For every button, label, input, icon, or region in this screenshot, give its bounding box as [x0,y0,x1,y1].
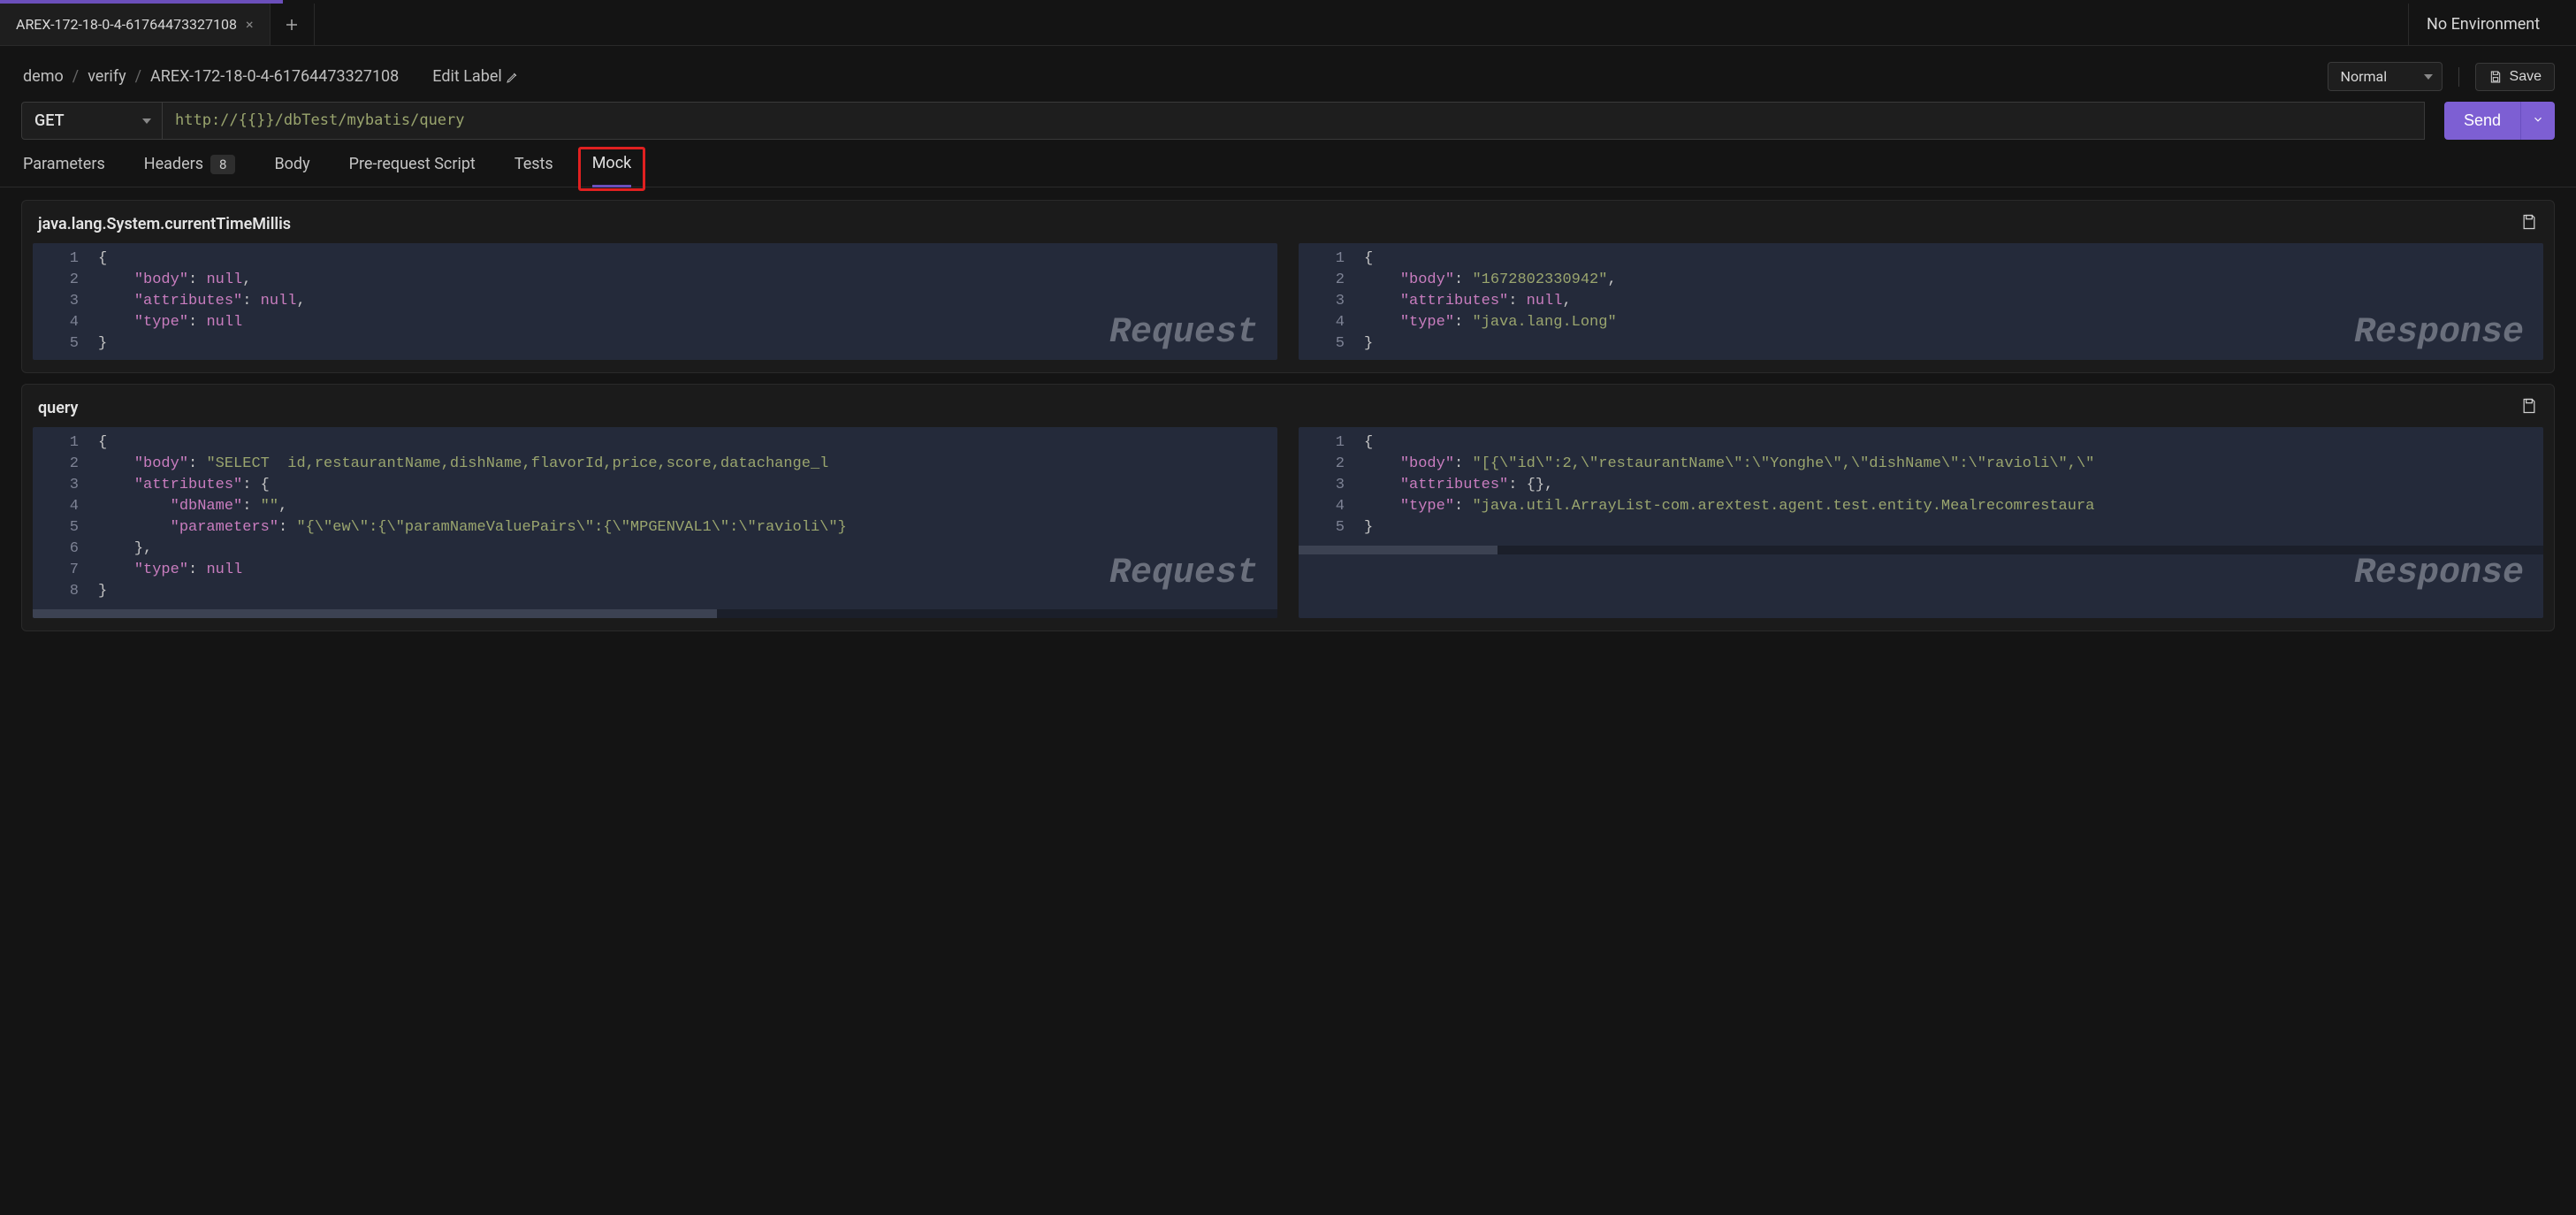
h-scrollbar[interactable] [33,609,1277,618]
url-value: http://{{}}/dbTest/mybatis/query [175,111,465,129]
add-tab-button[interactable] [271,4,315,45]
mock-content: java.lang.System.currentTimeMillis 12345… [0,187,2576,644]
tab-parameters[interactable]: Parameters [23,155,105,186]
breadcrumb-item[interactable]: AREX-172-18-0-4-61764473327108 [150,67,399,86]
tab-mock[interactable]: Mock [592,154,632,187]
mode-select[interactable]: Normal [2328,62,2443,91]
plus-icon [284,17,300,33]
url-row: GET http://{{}}/dbTest/mybatis/query Sen… [0,102,2576,140]
line-gutter: 12345 [33,243,95,360]
request-editor[interactable]: 12345 { "body": null, "attributes": null… [33,243,1277,360]
h-scrollbar[interactable] [1299,546,2543,554]
tab-label: Tests [514,155,553,173]
mock-card: query 12345678 { "body": "SELECT id,rest… [21,384,2555,631]
mock-card-title: java.lang.System.currentTimeMillis [38,215,291,233]
toolbar-right: Normal Save [2328,62,2555,91]
send-options-button[interactable] [2520,102,2555,140]
toolbar: demo / verify / AREX-172-18-0-4-61764473… [0,46,2576,102]
tab-body[interactable]: Body [274,155,309,186]
send-button-label: Send [2464,111,2501,129]
tab-label: Parameters [23,155,105,173]
code-area[interactable]: { "body": null, "attributes": null, "typ… [95,243,1277,360]
url-input[interactable]: http://{{}}/dbTest/mybatis/query [163,102,2425,140]
file-tab-title: AREX-172-18-0-4-61764473327108 [16,16,237,33]
edit-label-text: Edit Label [432,67,501,86]
tab-tests[interactable]: Tests [514,155,553,186]
environment-label: No Environment [2427,15,2540,34]
code-area[interactable]: { "body": "[{\"id\":2,\"restaurantName\"… [1360,427,2543,544]
line-gutter: 12345 [1299,243,1360,360]
divider [2458,67,2459,87]
mock-card-title: query [38,399,78,417]
save-button-label: Save [2510,69,2542,85]
pencil-icon [506,70,520,84]
edit-label-button[interactable]: Edit Label [432,67,519,86]
floppy-icon [2488,70,2503,84]
method-select[interactable]: GET [21,102,163,140]
environment-select[interactable]: No Environment [2408,4,2576,45]
mock-card-header: java.lang.System.currentTimeMillis [33,210,2543,243]
close-icon[interactable]: × [246,16,254,33]
card-save-button[interactable] [2520,213,2538,234]
line-gutter: 12345678 [33,427,95,608]
chevron-down-icon [2532,113,2544,126]
breadcrumb-item[interactable]: demo [23,67,64,86]
tab-label: Body [274,155,309,173]
editor-row: 12345 { "body": null, "attributes": null… [33,243,2543,360]
mock-card-header: query [33,394,2543,427]
send-group: Send [2444,102,2555,140]
code-area[interactable]: { "body": "SELECT id,restaurantName,dish… [95,427,1277,608]
code-area[interactable]: { "body": "1672802330942", "attributes":… [1360,243,2543,360]
editor-row: 12345678 { "body": "SELECT id,restaurant… [33,427,2543,618]
file-tab[interactable]: AREX-172-18-0-4-61764473327108 × [0,4,271,45]
tab-headers[interactable]: Headers 8 [144,155,236,187]
tab-label: Headers [144,155,203,173]
request-editor[interactable]: 12345678 { "body": "SELECT id,restaurant… [33,427,1277,618]
breadcrumb-item[interactable]: verify [88,67,126,86]
request-tabs: Parameters Headers 8 Body Pre-request Sc… [0,140,2576,187]
tab-label: Pre-request Script [349,155,476,173]
tab-label: Mock [592,154,632,172]
tab-bar: AREX-172-18-0-4-61764473327108 × No Envi… [0,4,2576,46]
response-editor[interactable]: 12345 { "body": "[{\"id\":2,\"restaurant… [1299,427,2543,618]
mock-card: java.lang.System.currentTimeMillis 12345… [21,200,2555,373]
headers-count-badge: 8 [210,155,235,174]
method-value: GET [34,111,65,130]
tab-prerequest[interactable]: Pre-request Script [349,155,476,186]
response-editor[interactable]: 12345 { "body": "1672802330942", "attrib… [1299,243,2543,360]
floppy-icon [2520,397,2538,415]
send-button[interactable]: Send [2444,102,2520,140]
mode-select-value: Normal [2341,68,2388,85]
floppy-icon [2520,213,2538,231]
save-button[interactable]: Save [2475,63,2555,91]
breadcrumb-sep: / [135,67,141,86]
breadcrumb-sep: / [72,67,79,86]
card-save-button[interactable] [2520,397,2538,418]
line-gutter: 12345 [1299,427,1360,544]
response-watermark: Response [2354,554,2524,593]
breadcrumb: demo / verify / AREX-172-18-0-4-61764473… [23,67,399,86]
